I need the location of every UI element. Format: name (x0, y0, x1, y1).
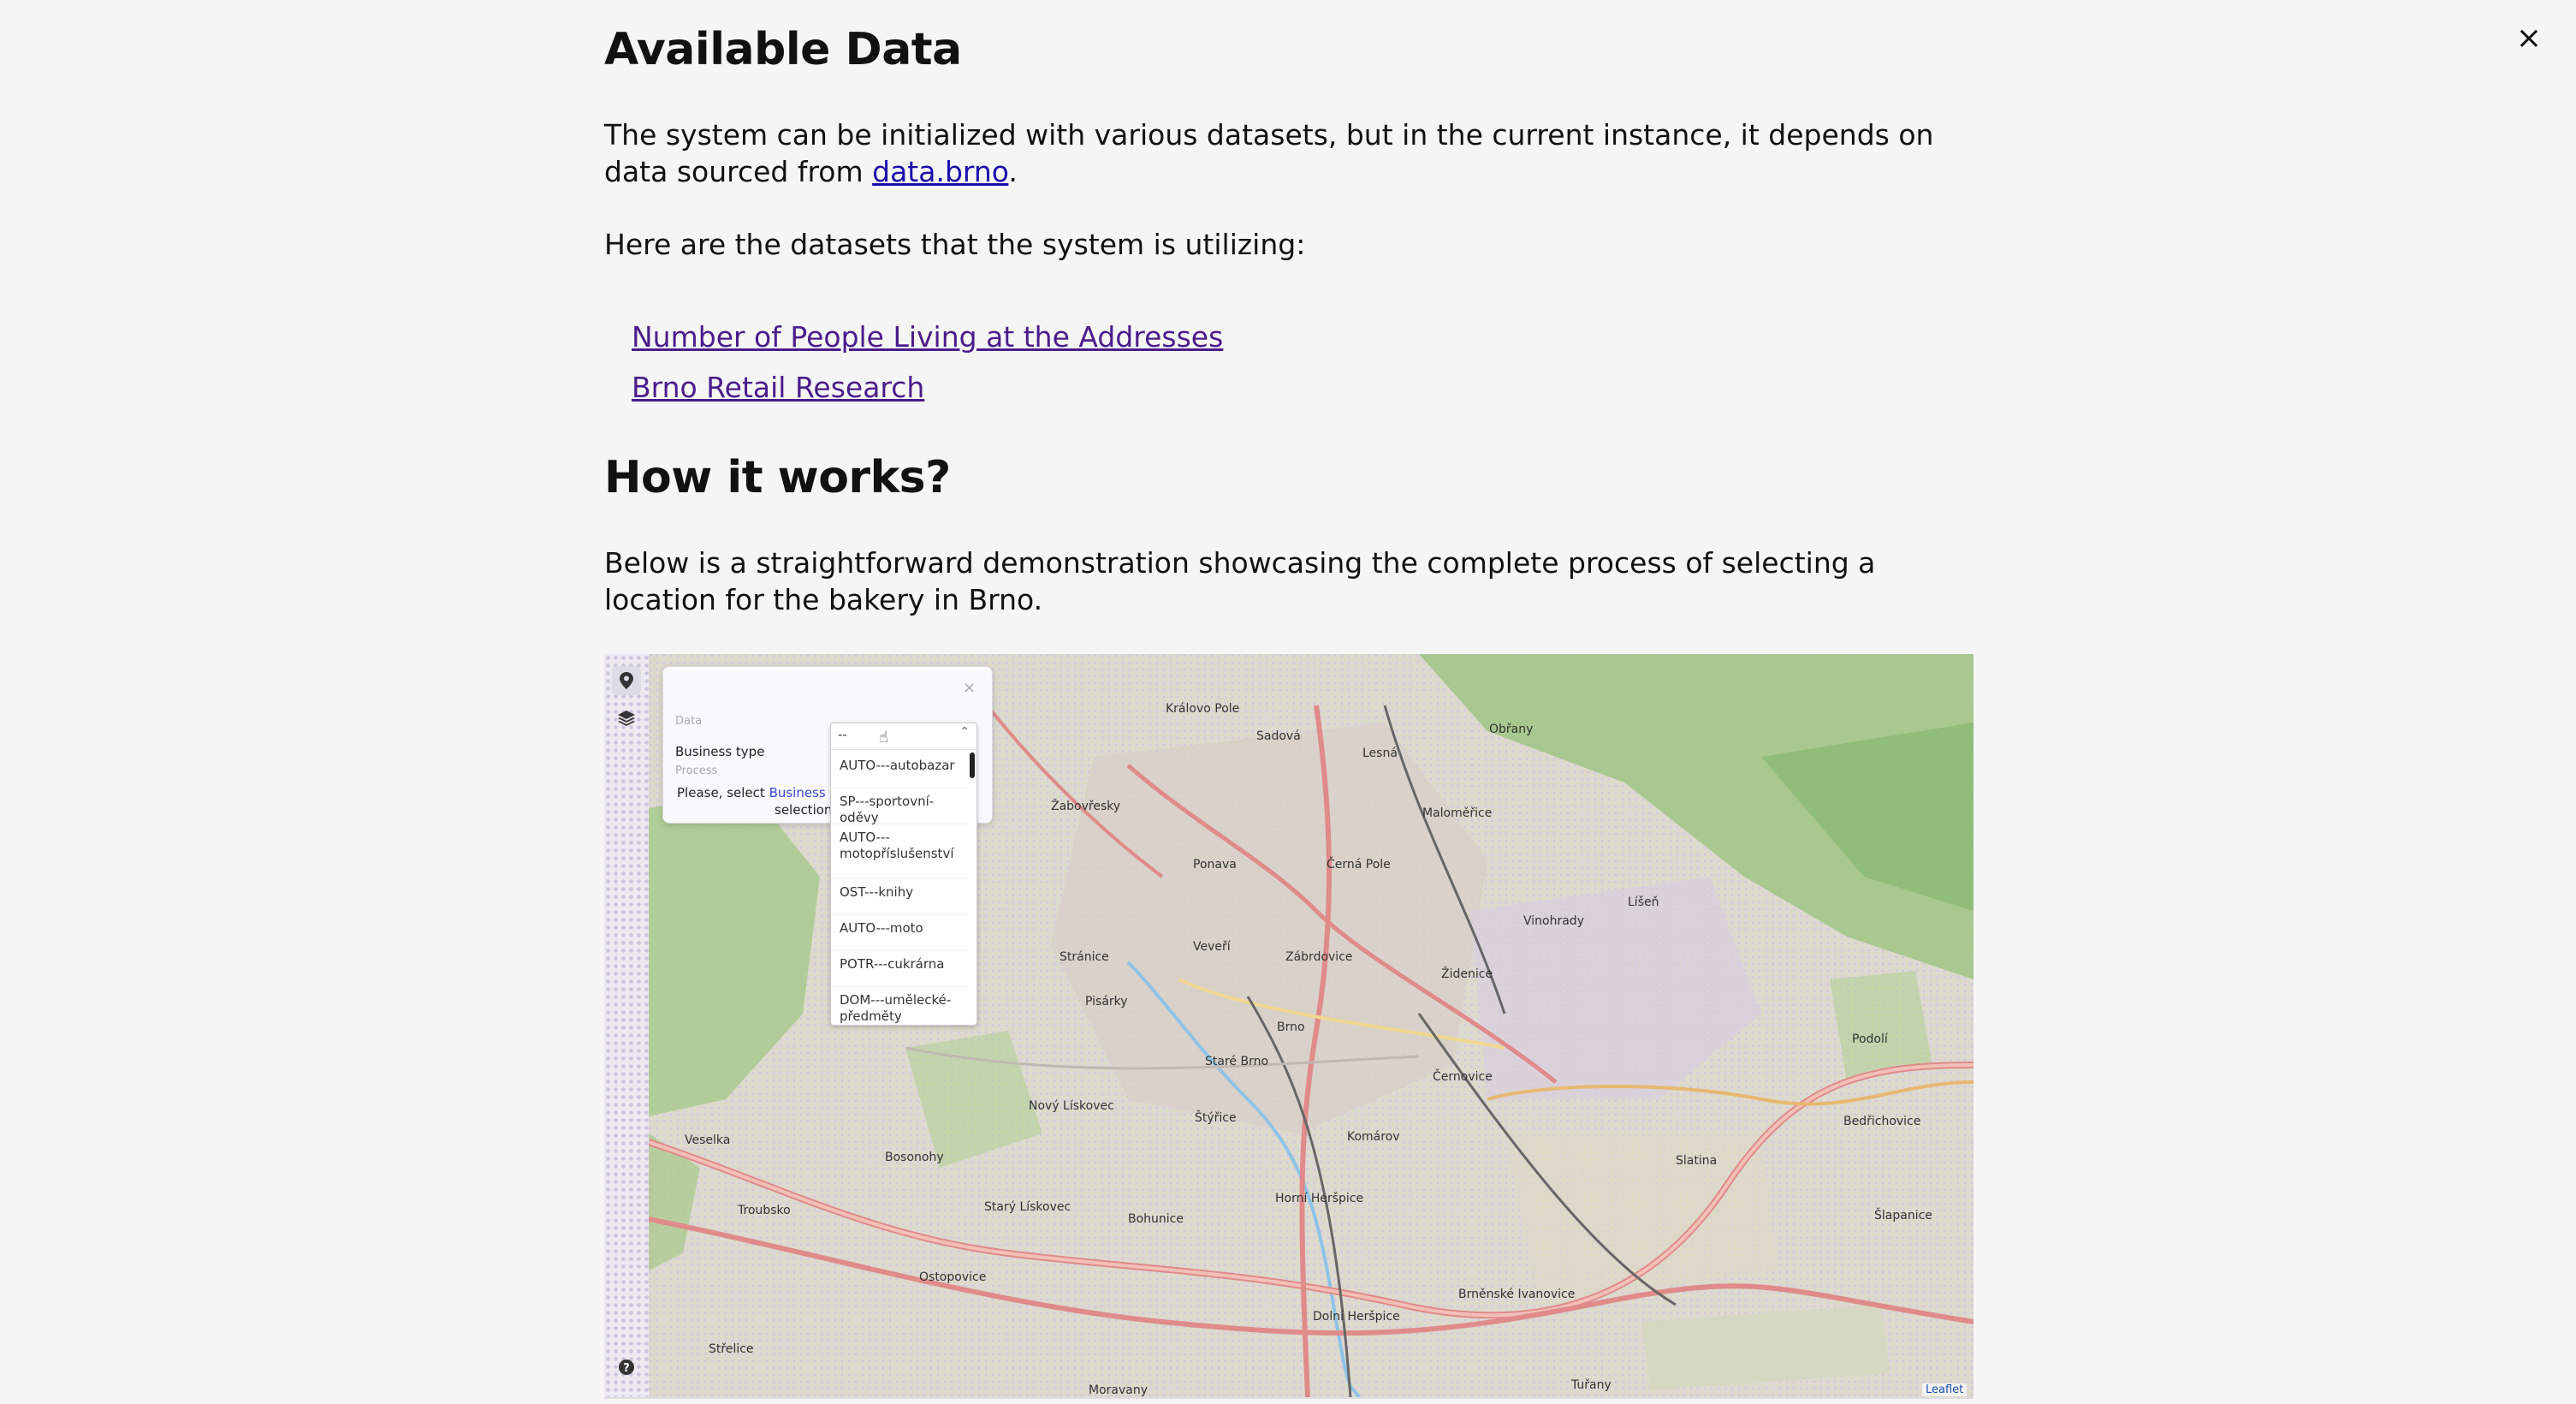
map-label: Starý Lískovec (984, 1200, 1071, 1214)
map-label: Horní Heršpice (1275, 1192, 1364, 1205)
map-label: Střelice (709, 1342, 754, 1356)
map-label: Veveří (1193, 940, 1231, 954)
business-type-label: Business type (675, 744, 765, 759)
map-label: Podolí (1852, 1032, 1888, 1046)
close-icon[interactable]: × (2514, 23, 2543, 54)
map-label: Brněnské Ivanovice (1458, 1288, 1576, 1301)
layers-icon (612, 704, 641, 733)
intro-text: The system can be initialized with vario… (604, 118, 1934, 188)
how-it-works-heading: How it works? (604, 452, 951, 503)
map-label: Stránice (1059, 950, 1109, 964)
dropdown-options: AUTO---autobazar SP---sportovní-oděvy AU… (831, 753, 968, 1025)
map-label: Bohunice (1128, 1212, 1184, 1226)
map-label: Vinohrady (1523, 914, 1584, 928)
process-section-label: Process (675, 764, 718, 777)
map-label: Královo Pole (1166, 702, 1240, 716)
map-label: Lesná (1362, 747, 1398, 760)
data-section-label: Data (675, 715, 703, 728)
how-it-works-description: Below is a straightforward demonstration… (604, 546, 1876, 616)
dataset-link-retail-research[interactable]: Brno Retail Research (632, 362, 1223, 413)
map-label: Líšeň (1628, 895, 1659, 909)
cursor-icon: ☝ (879, 729, 888, 747)
dropdown-option: AUTO---moto (831, 915, 968, 951)
dropdown-header: -- ☝ ⌃ (831, 723, 976, 750)
map-label: Moravany (1089, 1383, 1149, 1397)
map-label: Šlapanice (1874, 1209, 1932, 1223)
dropdown-option: SP---sportovní-oděvy (831, 788, 968, 825)
map-label: Černá Pole (1327, 858, 1391, 872)
map-label: Ostopovice (919, 1270, 987, 1284)
close-icon: × (963, 679, 976, 697)
map-label: Slatina (1676, 1154, 1718, 1168)
map-label: Maloměřice (1422, 806, 1493, 820)
dropdown-scrollbar (970, 753, 975, 778)
available-data-heading: Available Data (604, 24, 962, 75)
intro-period: . (1008, 155, 1018, 188)
dropdown-option: OST---knihy (831, 879, 968, 915)
map-label: Dolní Heršpice (1313, 1310, 1400, 1324)
dataset-link-people-living[interactable]: Number of People Living at the Addresses (632, 312, 1223, 362)
hint-text: Please, select (677, 785, 769, 800)
datasets-list: Number of People Living at the Addresses… (632, 312, 1223, 413)
map-label: Židenice (1441, 967, 1493, 981)
datasets-intro: Here are the datasets that the system is… (604, 228, 1306, 261)
map-label: Nový Lískovec (1029, 1099, 1114, 1113)
available-data-intro: The system can be initialized with vario… (604, 116, 1974, 190)
map-label: Bedřichovice (1843, 1115, 1921, 1128)
dropdown-value: -- (838, 727, 847, 742)
map-label: Černovice (1433, 1070, 1493, 1084)
demo-map-image: ? Královo Pole Sadová Lesná Obřany Žabov… (604, 654, 1974, 1399)
help-icon: ? (612, 1353, 641, 1382)
map-label: Staré Brno (1205, 1055, 1269, 1068)
map-label: Bosonohy (885, 1151, 944, 1164)
map-label: Štýřice (1195, 1111, 1237, 1125)
location-pin-icon (612, 666, 641, 695)
business-type-dropdown: -- ☝ ⌃ AUTO---autobazar SP---sportovní-o… (830, 723, 977, 1026)
about-modal: × Available Data The system can be initi… (0, 0, 2576, 1404)
map-label: Ponava (1193, 858, 1237, 872)
dropdown-option: AUTO---autobazar (831, 753, 968, 788)
map-label: Komárov (1347, 1130, 1400, 1144)
map-label: Žabovřesky (1051, 800, 1121, 813)
map-label: Zábrdovice (1285, 950, 1353, 964)
dropdown-option: AUTO---motopříslušenství (831, 824, 968, 879)
data-brno-link[interactable]: data.brno (872, 155, 1008, 188)
map-label: Troubsko (738, 1204, 791, 1217)
map-label: Obřany (1489, 723, 1534, 736)
dropdown-option: DOM---umělecké-předměty (831, 987, 968, 1025)
map-label: Sadová (1256, 729, 1301, 743)
map-label: Brno (1277, 1020, 1305, 1034)
map-label: Pisárky (1085, 995, 1128, 1008)
map-attribution: Leaflet (1922, 1383, 1968, 1396)
demo-sidebar: ? (604, 654, 649, 1397)
chevron-up-icon: ⌃ (959, 725, 970, 739)
dropdown-option: POTR---cukrárna (831, 951, 968, 987)
svg-text:?: ? (623, 1362, 630, 1375)
map-label: Tuřany (1571, 1378, 1611, 1392)
map-label: Veselka (685, 1133, 731, 1147)
